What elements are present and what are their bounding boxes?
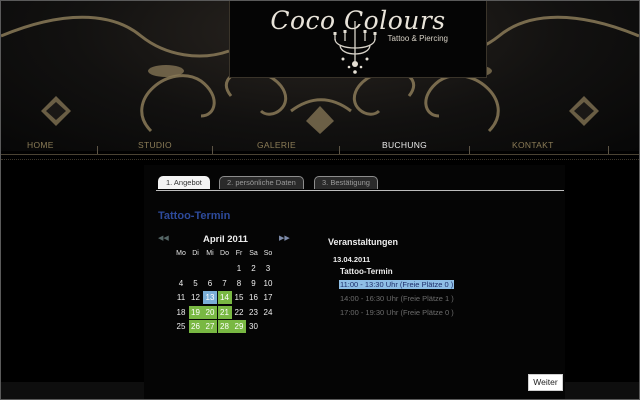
calendar-day: 1: [236, 264, 242, 273]
calendar-day-available[interactable]: 14: [217, 291, 232, 304]
nav-buchung[interactable]: BUCHUNG: [382, 140, 427, 150]
calendar-day: 12: [191, 293, 200, 302]
calendar-next-button[interactable]: ▶▶: [279, 234, 290, 242]
calendar-day: 3: [265, 264, 271, 273]
section-title: Tattoo-Termin: [158, 210, 231, 222]
footer-strip-left: [1, 382, 144, 399]
calendar-day: 22: [234, 307, 244, 317]
calendar-day: 6: [207, 278, 213, 288]
calendar-day: 23: [249, 307, 258, 317]
calendar-day: 5: [193, 278, 198, 288]
nav-underline: [1, 154, 639, 155]
calendar-day: 30: [249, 322, 258, 331]
event-name: Tattoo-Termin: [340, 267, 393, 276]
calendar-prev-button[interactable]: ◀◀: [158, 234, 169, 242]
calendar-day-available[interactable]: 20: [203, 305, 217, 319]
tab-angebot[interactable]: 1. Angebot: [158, 176, 210, 189]
calendar-day: 18: [176, 307, 186, 317]
calendar-day-available[interactable]: 21: [217, 305, 232, 319]
nav-home[interactable]: HOME: [27, 140, 54, 150]
calendar-weekday-header: Mo: [176, 250, 186, 257]
calendar-day: 11: [176, 293, 186, 302]
calendar-day: 16: [249, 293, 258, 302]
nav-divider: [339, 146, 340, 154]
calendar-day: 2: [251, 264, 256, 273]
page-frame: Coco Colours Tattoo & Piercing HOME STUD…: [0, 0, 640, 400]
calendar-day: 10: [263, 278, 273, 288]
calendar-weekday-header: Mi: [206, 250, 214, 257]
nav-galerie[interactable]: GALERIE: [257, 140, 296, 150]
nav-divider: [469, 146, 470, 154]
calendar-day: 7: [222, 278, 227, 288]
calendar-day-available[interactable]: 28: [217, 320, 232, 333]
calendar-day: 24: [263, 307, 273, 317]
calendar-day: 4: [178, 278, 184, 288]
calendar-day: 25: [176, 322, 186, 331]
nav-divider: [608, 146, 609, 154]
nav-dotted-line: [1, 159, 639, 160]
brand-subtitle: Tattoo & Piercing: [387, 34, 448, 43]
calendar-day-available[interactable]: 26: [188, 320, 203, 333]
calendar-weekday-header: Sa: [249, 250, 258, 257]
footer-strip-right: [565, 382, 639, 399]
calendar-day: 17: [263, 293, 273, 302]
nav-divider: [212, 146, 213, 154]
events-date: 13.04.2011: [333, 255, 371, 264]
calendar-month-title: April 2011: [203, 234, 248, 245]
tab-persoenliche-daten[interactable]: 2. persönliche Daten: [219, 176, 304, 189]
booking-panel: 1. Angebot 2. persönliche Daten 3. Bestä…: [144, 165, 565, 399]
calendar-day-available[interactable]: 29: [232, 320, 246, 333]
calendar-weekday-header: So: [263, 250, 273, 257]
time-slot[interactable]: 17:00 - 19:30 Uhr (Freie Plätze 0 ): [339, 308, 455, 317]
chandelier-icon: [333, 21, 377, 74]
nav-kontakt[interactable]: KONTAKT: [512, 140, 554, 150]
logo[interactable]: Coco Colours Tattoo & Piercing: [229, 1, 487, 78]
calendar-day: 9: [251, 278, 256, 288]
header: Coco Colours Tattoo & Piercing: [1, 1, 639, 151]
calendar-day: 8: [236, 278, 242, 288]
calendar-day: 15: [234, 293, 244, 302]
events-title: Veranstaltungen: [328, 237, 399, 247]
calendar-weekday-header: Do: [220, 250, 229, 257]
time-slot[interactable]: 11:00 - 13:30 Uhr (Freie Plätze 0 ): [339, 280, 455, 289]
next-button[interactable]: Weiter: [528, 374, 563, 391]
tab-bestaetigung[interactable]: 3. Bestätigung: [314, 176, 378, 189]
calendar-day-selected[interactable]: 13: [203, 291, 217, 304]
calendar-weekday-header: Di: [192, 250, 199, 257]
nav-studio[interactable]: STUDIO: [138, 140, 172, 150]
nav-divider: [97, 146, 98, 154]
calendar-day-available[interactable]: 19: [188, 305, 203, 319]
calendar-weekday-header: Fr: [235, 250, 243, 257]
time-slot[interactable]: 14:00 - 16:30 Uhr (Freie Plätze 1 ): [339, 294, 455, 303]
calendar-day-available[interactable]: 27: [203, 320, 217, 333]
